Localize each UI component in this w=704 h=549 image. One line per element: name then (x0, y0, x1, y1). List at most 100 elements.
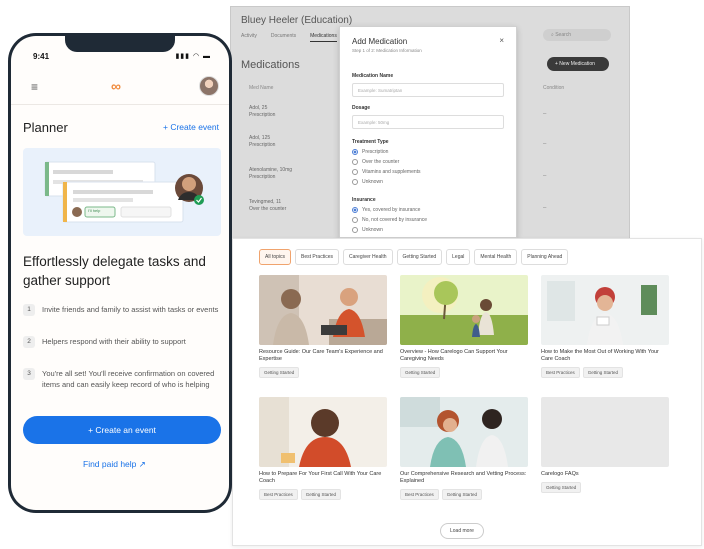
radio-label: Yes, covered by insurance (362, 207, 421, 213)
row-name: Tevingmed, 11 (249, 199, 282, 205)
resource-card[interactable]: Carelogo FAQs Getting Started (541, 397, 669, 493)
planner-illustration: I'll help (23, 148, 221, 236)
field-label: Dosage (352, 105, 371, 111)
row-type: Over the counter (249, 206, 287, 212)
card-tag: Getting Started (259, 367, 300, 378)
row-type: Prescription (249, 142, 276, 148)
status-time: 9:41 (33, 52, 50, 61)
modal-title: Add Medication (352, 37, 408, 46)
insurance-label: Insurance (352, 197, 376, 203)
resource-card[interactable]: Our Comprehensive Research and Vetting P… (400, 397, 528, 500)
i-will-help-chip: I'll help (88, 208, 101, 213)
radio-vitamins[interactable]: Vitamins and supplements (352, 169, 421, 175)
chip-all-topics[interactable]: All topics (259, 249, 292, 265)
card-tag: Best Practices (541, 367, 580, 378)
modal-subtitle: Step 1 of 2: Medication Information (352, 48, 422, 53)
hamburger-menu-icon[interactable]: ≡ (31, 80, 38, 94)
card-image (259, 397, 387, 467)
dosage-input[interactable]: Example: 50mg (352, 115, 504, 129)
card-image (400, 275, 528, 345)
radio-label: Vitamins and supplements (362, 169, 421, 175)
treatment-label: Treatment Type (352, 139, 389, 145)
avatar[interactable] (199, 76, 219, 96)
condition-empty: – (543, 173, 547, 179)
card-tag: Best Practices (259, 489, 298, 500)
radio-over-the-counter[interactable]: Over the counter (352, 159, 399, 165)
load-more-button[interactable]: Load more (440, 523, 484, 539)
step-text: Invite friends and family to assist with… (42, 305, 219, 314)
tab-documents[interactable]: Documents (271, 33, 296, 42)
resource-card[interactable]: How to Make the Most Out of Working With… (541, 275, 669, 378)
tab-medications[interactable]: Medications (310, 33, 337, 42)
radio-insurance-unknown[interactable]: Unknown (352, 227, 383, 233)
card-image (541, 275, 669, 345)
create-event-button[interactable]: + Create an event (23, 416, 221, 444)
medication-name-input[interactable]: Example: Sumatriptan (352, 83, 504, 97)
chip-legal[interactable]: Legal (446, 249, 471, 265)
table-row[interactable]: Atenolamine, 10mg Prescription (249, 167, 292, 181)
header-divider (11, 104, 229, 105)
table-header-condition: Condition (543, 85, 565, 91)
radio-icon (352, 159, 358, 165)
card-title: How to Prepare For Your First Call With … (259, 471, 382, 484)
card-title: Our Comprehensive Research and Vetting P… (400, 471, 527, 484)
close-icon[interactable]: × (499, 36, 504, 45)
tab-activity[interactable]: Activity (241, 33, 257, 42)
radio-not-insured[interactable]: No, not covered by insurance (352, 217, 427, 223)
new-medication-button[interactable]: + New Medication (547, 57, 609, 71)
radio-label: No, not covered by insurance (362, 217, 428, 223)
headline: Effortlessly delegate tasks and gather s… (23, 254, 206, 288)
section-title: Medications (241, 59, 300, 71)
card-image (400, 397, 528, 467)
page-title: Planner (23, 120, 68, 135)
find-paid-help-link[interactable]: Find paid help ↗ (83, 459, 146, 470)
step-item: 2 Helpers respond with their ability to … (23, 336, 223, 348)
step-number: 2 (23, 336, 35, 348)
step-text: You're all set! You'll receive confirmat… (42, 369, 215, 389)
card-tag: Getting Started (300, 489, 342, 500)
search-placeholder: Search (555, 32, 572, 38)
search-input[interactable]: ⌕ Search (543, 29, 611, 41)
card-tag: Getting Started (441, 489, 483, 500)
resource-card[interactable]: Overview - How Carelogo Can Support Your… (400, 275, 528, 378)
row-name: Atenolamine, 10mg (249, 167, 293, 173)
card-image (259, 275, 387, 345)
condition-empty: – (543, 141, 547, 147)
row-name: Adol, 25 (249, 105, 268, 111)
chip-best-practices[interactable]: Best Practices (295, 249, 339, 265)
radio-prescription[interactable]: Prescription (352, 149, 388, 155)
chip-getting-started[interactable]: Getting Started (396, 249, 443, 265)
resource-card[interactable]: How to Prepare For Your First Call With … (259, 397, 387, 500)
radio-selected-icon (352, 207, 358, 213)
field-label: Medication Name (352, 73, 394, 79)
card-tag: Getting Started (541, 482, 582, 493)
card-title: Resource Guide: Our Care Team's Experien… (259, 349, 383, 362)
condition-empty: – (543, 111, 547, 117)
card-title: Carelogo FAQs (541, 471, 579, 477)
resource-card[interactable]: Resource Guide: Our Care Team's Experien… (259, 275, 387, 378)
radio-insured[interactable]: Yes, covered by insurance (352, 207, 420, 213)
radio-unknown[interactable]: Unknown (352, 179, 383, 185)
chip-mental-health[interactable]: Mental Health (474, 249, 518, 265)
row-name: Adol, 125 (249, 135, 271, 141)
tab-bar: Activity Documents Medications (241, 33, 337, 42)
card-image-placeholder (541, 397, 669, 467)
radio-icon (352, 227, 358, 233)
window-title: Bluey Heeler (Education) (241, 15, 353, 26)
radio-icon (352, 169, 358, 175)
card-title: Overview - How Carelogo Can Support Your… (400, 349, 508, 362)
create-event-link[interactable]: + Create event (163, 122, 219, 132)
radio-selected-icon (352, 149, 358, 155)
chip-caregiver-health[interactable]: Caregiver Health (342, 249, 393, 265)
card-title: How to Make the Most Out of Working With… (541, 349, 659, 362)
status-icons: ▮▮▮ ◠ ▬ (175, 53, 211, 60)
radio-icon (352, 179, 358, 185)
condition-empty: – (543, 205, 547, 211)
step-text: Helpers respond with their ability to su… (42, 337, 186, 346)
table-row[interactable]: Adol, 25 Prescription (249, 105, 275, 119)
table-row[interactable]: Tevingmed, 11 Over the counter (249, 199, 286, 213)
chip-planning-ahead[interactable]: Planning Ahead (521, 249, 569, 265)
phone-screen: 9:41 ▮▮▮ ◠ ▬ ≡ ∞ Planner + Create event (11, 36, 229, 510)
row-type: Prescription (249, 112, 276, 118)
table-row[interactable]: Adol, 125 Prescription (249, 135, 275, 149)
